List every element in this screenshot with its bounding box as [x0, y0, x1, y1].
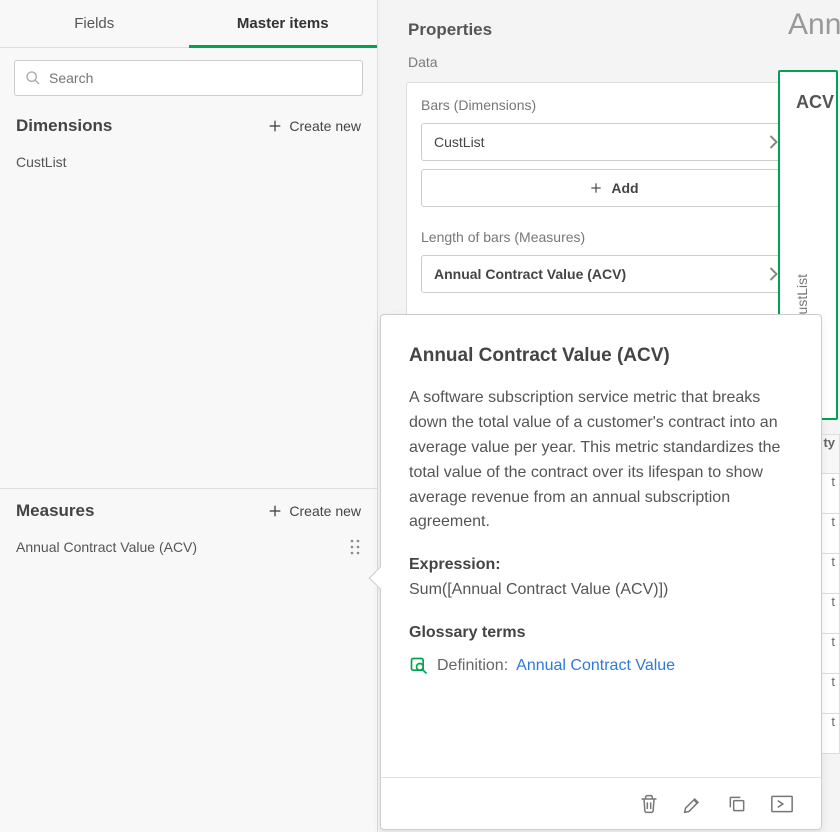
- popover-title: Annual Contract Value (ACV): [409, 341, 793, 370]
- popover-description: A software subscription service metric t…: [409, 386, 793, 535]
- duplicate-icon[interactable]: [727, 794, 747, 814]
- chevron-right-icon: [769, 267, 778, 281]
- dimension-pill-label: CustList: [434, 134, 485, 150]
- properties-header: Properties: [378, 0, 840, 54]
- measure-pill-acv[interactable]: Annual Contract Value (ACV): [421, 255, 807, 293]
- length-measures-label: Length of bars (Measures): [421, 229, 807, 245]
- dimensions-section: Dimensions Create new CustList: [0, 104, 377, 182]
- measure-popover: Annual Contract Value (ACV) A software s…: [380, 314, 822, 830]
- expression-value: Sum([Annual Contract Value (ACV)]): [409, 578, 793, 603]
- measures-title: Measures: [16, 501, 94, 521]
- bars-dimensions-label: Bars (Dimensions): [421, 97, 807, 113]
- chart-title-cropped: Ann: [788, 8, 840, 42]
- search-box[interactable]: [14, 60, 363, 96]
- measures-section: Measures Create new Annual Contract Valu…: [0, 488, 377, 567]
- create-dimension-label: Create new: [289, 118, 361, 134]
- asset-tabs: Fields Master items: [0, 0, 377, 48]
- dimension-item-label: CustList: [16, 154, 67, 170]
- measure-list-item[interactable]: Annual Contract Value (ACV): [0, 527, 377, 567]
- add-dimension-button[interactable]: Add: [421, 169, 807, 207]
- glossary-icon: [409, 656, 429, 676]
- edit-icon[interactable]: [683, 794, 703, 814]
- add-button-label: Add: [611, 180, 638, 196]
- plus-icon: [267, 118, 283, 134]
- expression-label: Expression:: [409, 553, 793, 578]
- popover-toolbar: [381, 777, 821, 829]
- definition-link[interactable]: Annual Contract Value: [516, 654, 675, 679]
- chevron-right-icon: [769, 135, 778, 149]
- create-measure-label: Create new: [289, 503, 361, 519]
- measure-item-label: Annual Contract Value (ACV): [16, 539, 197, 555]
- glossary-terms-label: Glossary terms: [409, 621, 793, 646]
- search-input[interactable]: [49, 70, 352, 86]
- delete-icon[interactable]: [639, 794, 659, 814]
- properties-card: Bars (Dimensions) CustList Add Length of…: [406, 82, 822, 316]
- create-dimension-button[interactable]: Create new: [267, 118, 361, 134]
- create-measure-button[interactable]: Create new: [267, 503, 361, 519]
- dimension-pill-custlist[interactable]: CustList: [421, 123, 807, 161]
- left-panel: Fields Master items Dimensions Create ne…: [0, 0, 378, 832]
- insert-icon[interactable]: [771, 795, 793, 813]
- dimension-list-item[interactable]: CustList: [0, 142, 377, 182]
- definition-label: Definition:: [437, 654, 508, 679]
- data-section-label: Data: [378, 54, 840, 82]
- plus-icon: [267, 503, 283, 519]
- plus-icon: [589, 181, 603, 195]
- tab-master-items[interactable]: Master items: [189, 0, 378, 47]
- dimensions-title: Dimensions: [16, 116, 112, 136]
- tab-fields[interactable]: Fields: [0, 0, 189, 47]
- chart-acv-label: ACV: [796, 92, 834, 113]
- measure-pill-label: Annual Contract Value (ACV): [434, 266, 626, 282]
- search-wrap: [0, 48, 377, 104]
- drag-handle-icon[interactable]: [349, 539, 361, 555]
- search-icon: [25, 70, 41, 86]
